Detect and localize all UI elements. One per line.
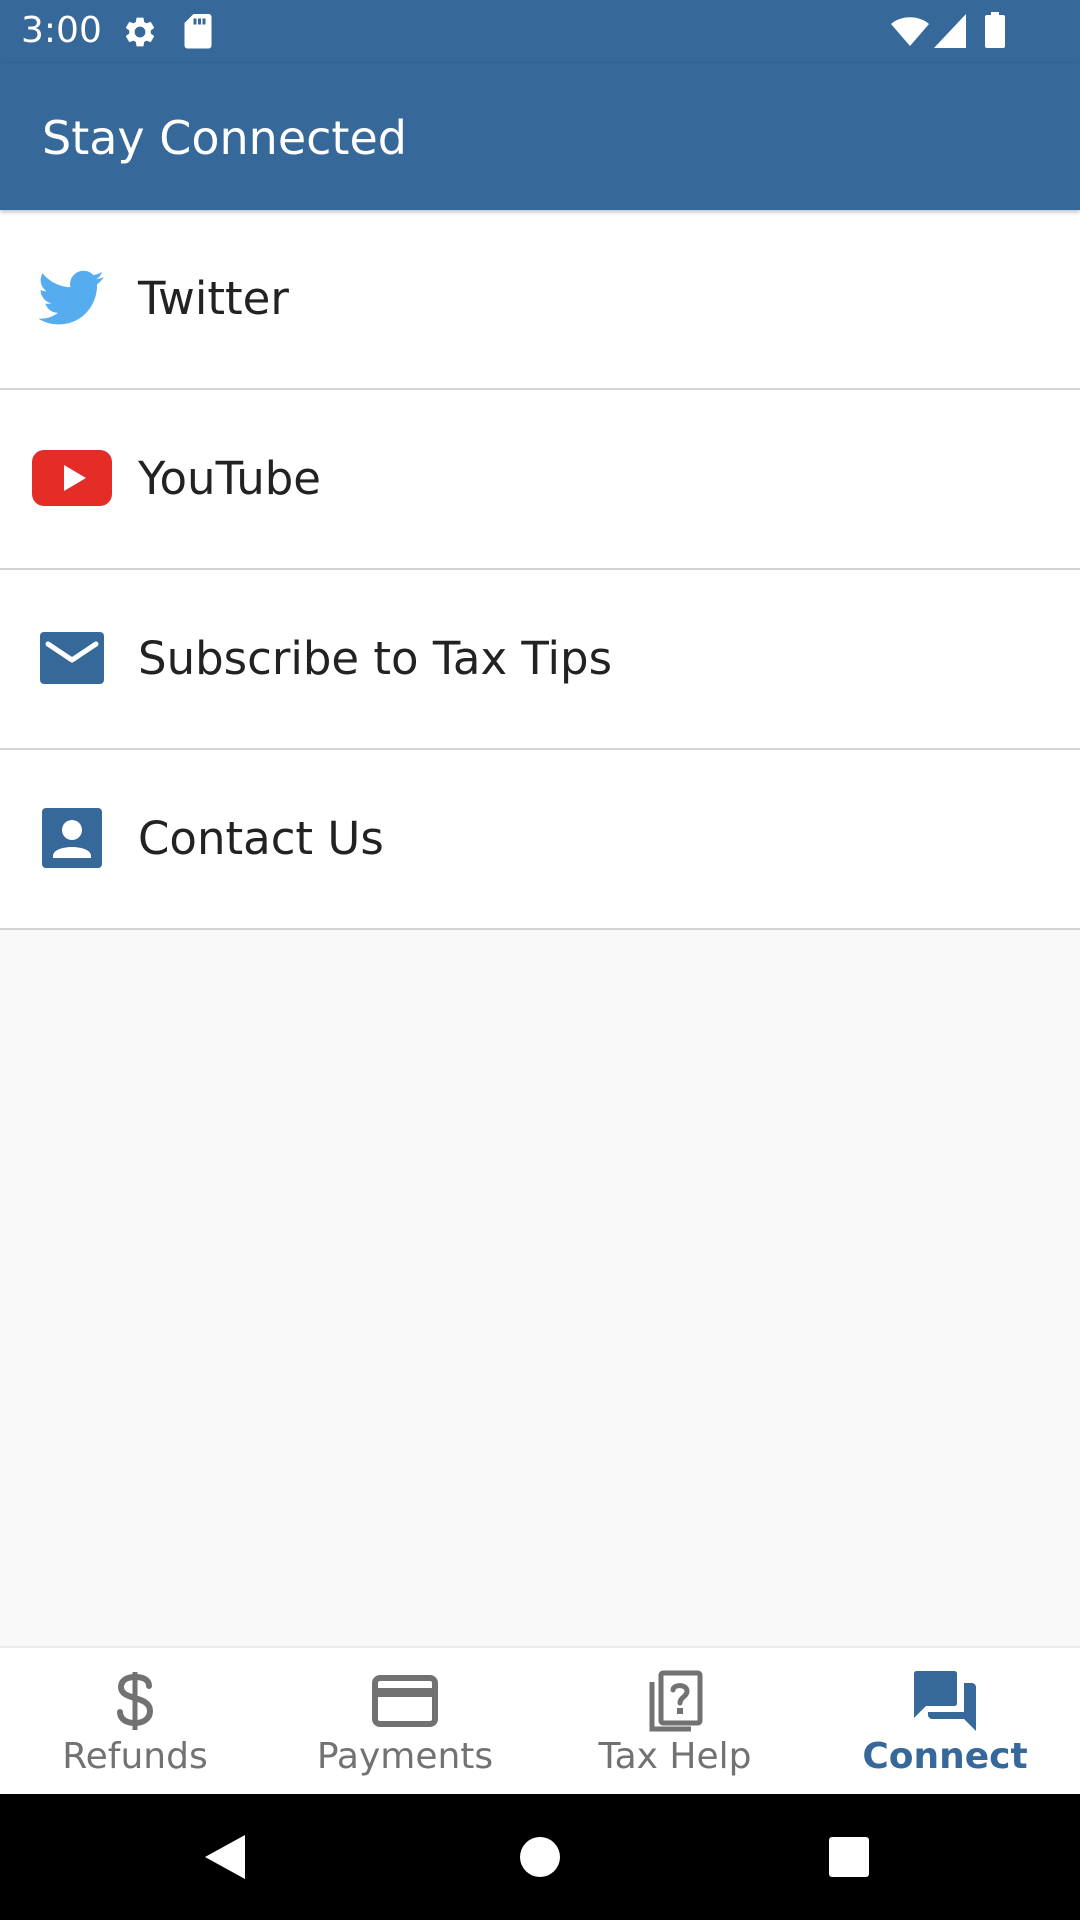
back-button[interactable] [192,1824,258,1890]
app-bar: Stay Connected [0,63,1080,210]
status-time: 3:00 [21,10,102,51]
list-item-subscribe[interactable]: Subscribe to Tax Tips [0,570,1080,750]
back-icon [205,1835,245,1879]
list-item-youtube[interactable]: YouTube [0,390,1080,570]
envelope-icon [32,626,112,690]
bottom-navigation: Refunds Payments Tax Help Connect [0,1646,1080,1794]
signal-icon [934,14,966,48]
nav-tab-payments[interactable]: Payments [270,1648,540,1794]
list-item-label: Contact Us [138,812,384,865]
youtube-icon [32,446,112,510]
nav-tab-label: Refunds [62,1736,208,1777]
twitter-icon [32,266,112,330]
status-bar: 3:00 [0,0,1080,63]
nav-tab-connect[interactable]: Connect [810,1648,1080,1794]
nav-tab-tax-help[interactable]: Tax Help [540,1648,810,1794]
recents-button[interactable] [816,1824,882,1890]
list-item-contact-us[interactable]: Contact Us [0,750,1080,930]
list-item-label: Subscribe to Tax Tips [138,632,613,685]
nav-tab-refunds[interactable]: Refunds [0,1648,270,1794]
system-navigation-bar [0,1794,1080,1920]
sd-card-icon [184,14,212,49]
wifi-icon [891,17,929,46]
home-button[interactable] [507,1824,573,1890]
list-item-label: YouTube [138,452,321,505]
list-item-label: Twitter [138,272,289,325]
page-title: Stay Connected [42,111,407,165]
nav-tab-label: Connect [862,1736,1028,1777]
battery-icon [985,12,1005,48]
credit-card-icon [270,1668,540,1734]
dollar-icon [0,1668,270,1734]
help-book-icon [540,1668,810,1734]
settings-icon [125,17,155,47]
home-icon [520,1837,560,1877]
list-item-twitter[interactable]: Twitter [0,210,1080,390]
recents-icon [829,1837,869,1877]
nav-tab-label: Payments [316,1736,494,1777]
connect-list: Twitter YouTube Subscribe to Tax Tips Co… [0,210,1080,930]
nav-tab-label: Tax Help [598,1736,752,1777]
chat-bubbles-icon [810,1668,1080,1734]
contact-card-icon [32,806,112,870]
